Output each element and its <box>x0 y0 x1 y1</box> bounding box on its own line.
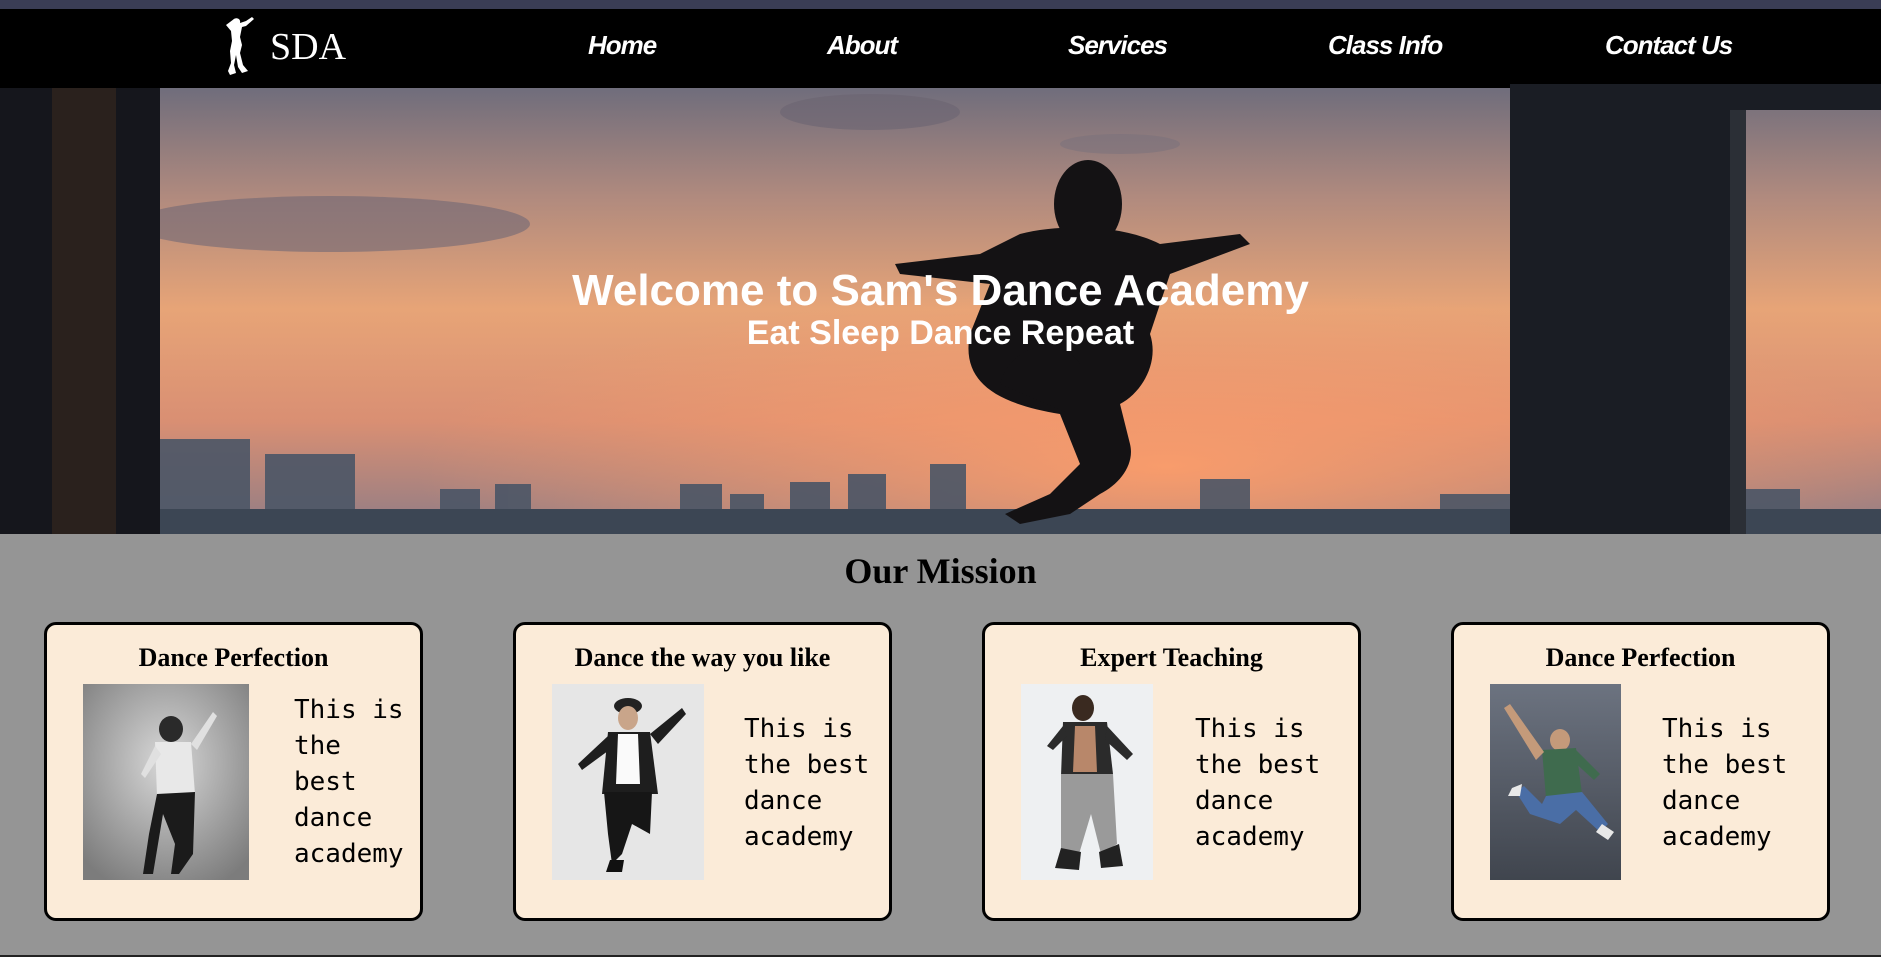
nav-services[interactable]: Services <box>1068 30 1168 61</box>
mission-card: Expert Teaching This is the best dance a… <box>982 622 1361 921</box>
card-title: Expert Teaching <box>1080 643 1263 672</box>
card-text: This is the best dance academy <box>744 714 870 852</box>
card-text: This is the best dance academy <box>1662 714 1788 852</box>
hero-subtitle: Eat Sleep Dance Repeat <box>746 314 1135 352</box>
nav-home[interactable]: Home <box>588 30 657 61</box>
card-title: Dance Perfection <box>138 643 329 672</box>
mission-card: Dance Perfection This is the best dance … <box>44 622 423 921</box>
hiphop-dancer-photo <box>1021 684 1153 880</box>
dancer-jumping-photo <box>552 684 704 880</box>
dancer-leaping-photo <box>1490 684 1621 880</box>
mission-card: Dance Perfection This is the best dance … <box>1451 622 1830 921</box>
nav-about[interactable]: About <box>827 30 898 61</box>
card-title: Dance Perfection <box>1545 643 1736 672</box>
hero-title: Welcome to Sam's Dance Academy <box>572 266 1309 315</box>
card-text: This is the best dance academy <box>294 695 404 869</box>
card-title: Dance the way you like <box>574 643 831 672</box>
brand[interactable]: SDA <box>212 15 346 79</box>
dancer-in-hat-photo <box>83 684 249 880</box>
nav-contact-us[interactable]: Contact Us <box>1605 30 1733 61</box>
mission-title: Our Mission <box>844 551 1037 591</box>
navbar: SDA Home About Services Class Info Conta… <box>0 9 1881 84</box>
card-text: This is the best dance academy <box>1195 714 1321 852</box>
window-top-strip <box>0 0 1881 9</box>
hero-banner: Welcome to Sam's Dance Academy Eat Sleep… <box>0 84 1881 534</box>
dancer-silhouette-icon <box>226 17 254 75</box>
brand-name: SDA <box>270 26 347 68</box>
mission-card: Dance the way you like This is the best … <box>513 622 892 921</box>
mission-section: Our Mission Dance Perfection This is the… <box>0 534 1881 957</box>
nav-class-info[interactable]: Class Info <box>1328 30 1443 61</box>
